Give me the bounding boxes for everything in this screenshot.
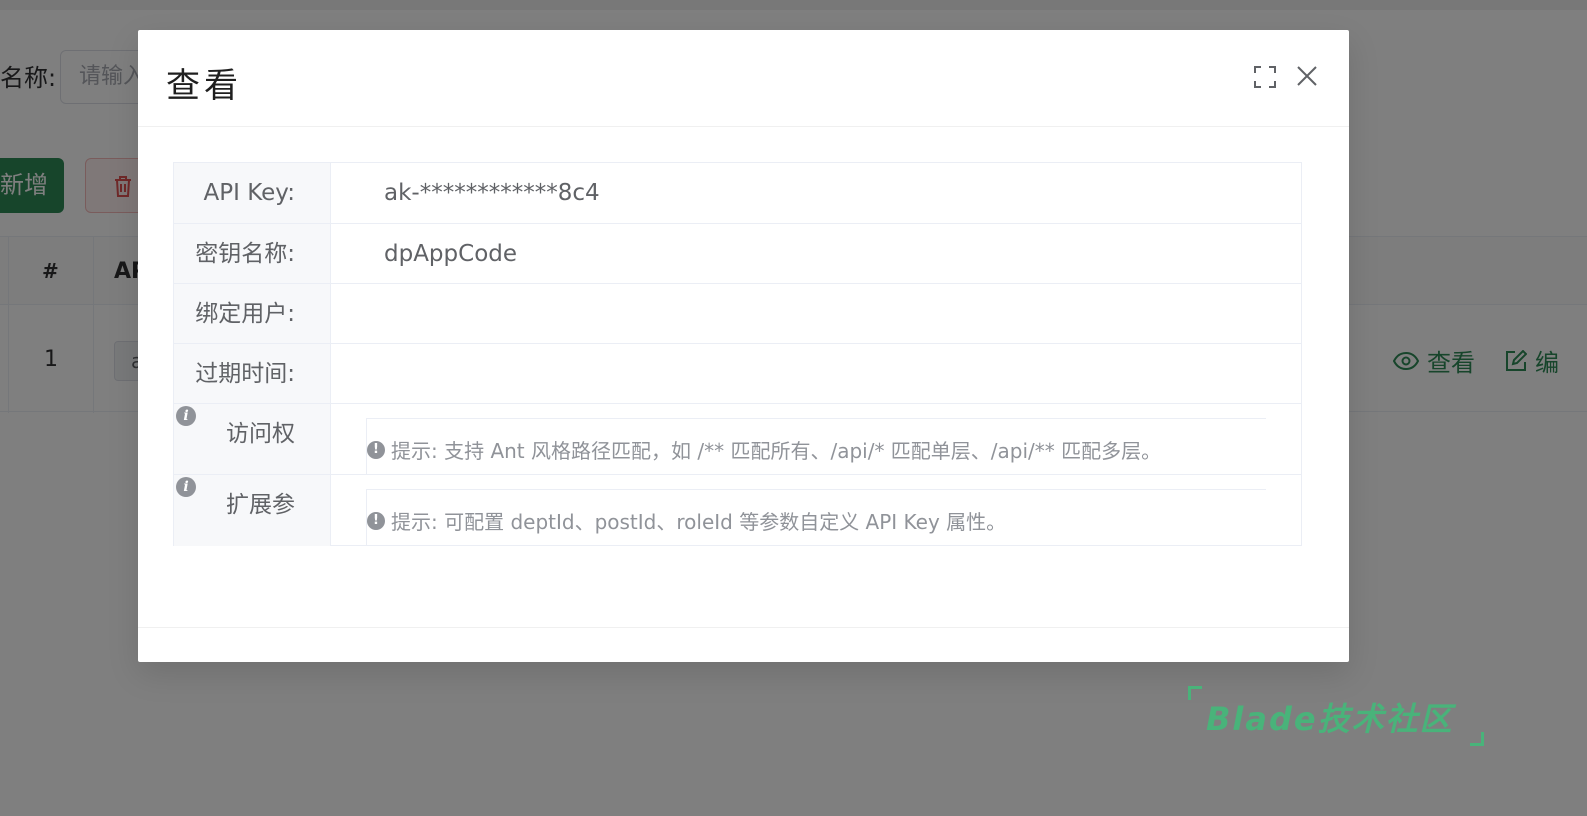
hint-label: 提示: 可配置 deptId、postId、roleId 等参数自定义 API … [391,510,1007,534]
view-dialog: 查看 API Key: ak-************8c4 密钥名称: dpA… [138,30,1349,662]
descriptions-table: API Key: ak-************8c4 密钥名称: dpAppC… [173,162,1302,546]
dialog-header: 查看 [138,30,1349,127]
field-label: 扩展参 [226,492,295,518]
field-value: dpAppCode [384,241,518,267]
field-value: ! 提示: 支持 Ant 风格路径匹配，如 /** 匹配所有、/api/* 匹配… [331,404,1301,475]
field-label: API Key: [174,163,331,223]
field-row-expire-time: 过期时间: [174,344,1301,404]
field-label: 过期时间: [174,344,331,403]
field-value [331,284,1301,343]
field-label-cell: i 访问权 [174,404,331,474]
field-label: 访问权 [226,421,295,447]
field-label: 绑定用户: [174,284,331,343]
field-row-bound-user: 绑定用户: [174,284,1301,344]
dialog-title: 查看 [166,66,242,106]
field-value: ! 提示: 可配置 deptId、postId、roleId 等参数自定义 AP… [331,475,1301,546]
watermark-corner [1470,732,1484,746]
fullscreen-icon[interactable] [1254,66,1276,88]
hint-container: ! 提示: 可配置 deptId、postId、roleId 等参数自定义 AP… [366,489,1266,546]
field-label: 密钥名称: [174,224,331,283]
warning-icon: ! [367,440,385,459]
close-icon[interactable] [1296,65,1318,87]
hint-label: 提示: 支持 Ant 风格路径匹配，如 /** 匹配所有、/api/* 匹配单层… [391,439,1162,463]
hint-container: ! 提示: 支持 Ant 风格路径匹配，如 /** 匹配所有、/api/* 匹配… [366,418,1266,475]
field-label-cell: i 扩展参 [174,475,331,546]
watermark-text: Blade技术社区 [1206,700,1454,738]
hint-text: ! 提示: 可配置 deptId、postId、roleId 等参数自定义 AP… [367,506,1006,535]
dialog-footer-divider [138,627,1349,628]
info-icon[interactable]: i [176,406,196,426]
field-value: ak-************8c4 [384,180,600,206]
watermark: Blade技术社区 [1188,686,1484,746]
info-icon[interactable]: i [176,477,196,497]
field-value [331,344,1301,403]
field-row-api-key: API Key: ak-************8c4 [174,163,1301,224]
field-row-extension-params: i 扩展参 ! 提示: 可配置 deptId、postId、roleId 等参数… [174,475,1301,546]
field-row-key-name: 密钥名称: dpAppCode [174,224,1301,284]
hint-text: ! 提示: 支持 Ant 风格路径匹配，如 /** 匹配所有、/api/* 匹配… [367,435,1161,464]
field-row-access-permission: i 访问权 ! 提示: 支持 Ant 风格路径匹配，如 /** 匹配所有、/ap… [174,404,1301,475]
warning-icon: ! [367,511,385,530]
watermark-corner [1188,686,1202,700]
